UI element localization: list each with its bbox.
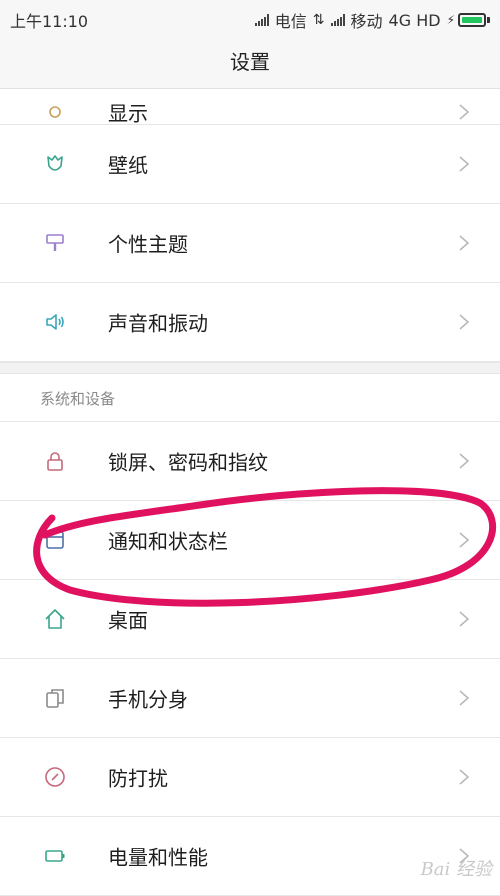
settings-row-theme[interactable]: 个性主题 [0,204,500,283]
settings-row-wallpaper[interactable]: 壁纸 [0,125,500,204]
wallpaper-icon [43,152,67,176]
settings-row-label: 壁纸 [108,153,148,178]
settings-row-display[interactable]: 显示 [0,48,500,126]
settings-row-label: 电量和性能 [108,845,208,870]
settings-row-label: 通知和状态栏 [108,529,228,554]
carrier2-label: 移动 [350,12,383,31]
data-transfer-icon: ⇅ [312,12,325,28]
settings-row-label: 防打扰 [108,766,168,791]
settings-row-label: 锁屏、密码和指纹 [108,450,268,475]
theme-brush-icon [43,231,67,255]
settings-row-label: 声音和振动 [108,311,208,336]
carrier1-label: 电信 [274,12,307,31]
settings-row-do-not-disturb[interactable]: 防打扰 [0,738,500,817]
settings-row-label: 个性主题 [108,232,188,257]
chevron-right-icon [459,532,470,548]
status-bar: 上午11:10 电信 ⇅ 移动 4G HD ⚡ [0,0,500,36]
chevron-right-icon [459,690,470,706]
notification-icon [43,528,67,552]
settings-row-label: 显示 [108,101,148,126]
settings-row-sound[interactable]: 声音和振动 [0,283,500,362]
section-divider [0,362,500,374]
chevron-right-icon [459,156,470,172]
battery-performance-icon [43,844,67,868]
charging-bolt-icon: ⚡ [446,13,455,27]
watermark: Bai 经验 [420,859,492,880]
speaker-icon [43,310,67,334]
signal-icon [254,14,269,26]
chevron-right-icon [459,769,470,785]
chevron-right-icon [459,104,470,120]
home-icon [43,607,67,631]
dual-phone-icon [43,686,67,710]
display-sun-icon [43,100,67,124]
settings-row-notifications[interactable]: 通知和状态栏 [0,501,500,580]
settings-row-label: 手机分身 [108,687,188,712]
chevron-right-icon [459,453,470,469]
chevron-right-icon [459,611,470,627]
chevron-right-icon [459,235,470,251]
status-right-group: 电信 ⇅ 移动 4G HD ⚡ [254,8,490,32]
settings-row-label: 桌面 [108,608,148,633]
section-title: 系统和设备 [40,390,116,408]
do-not-disturb-icon [43,765,67,789]
battery-icon: ⚡ [447,13,490,27]
settings-row-lockscreen[interactable]: 锁屏、密码和指纹 [0,422,500,501]
status-time: 上午11:10 [10,12,89,31]
chevron-right-icon [459,314,470,330]
settings-row-desktop[interactable]: 桌面 [0,580,500,659]
signal-icon-2 [330,14,345,26]
settings-row-dual-apps[interactable]: 手机分身 [0,659,500,738]
network-type-label: 4G HD [388,10,441,30]
lock-icon [43,449,67,473]
